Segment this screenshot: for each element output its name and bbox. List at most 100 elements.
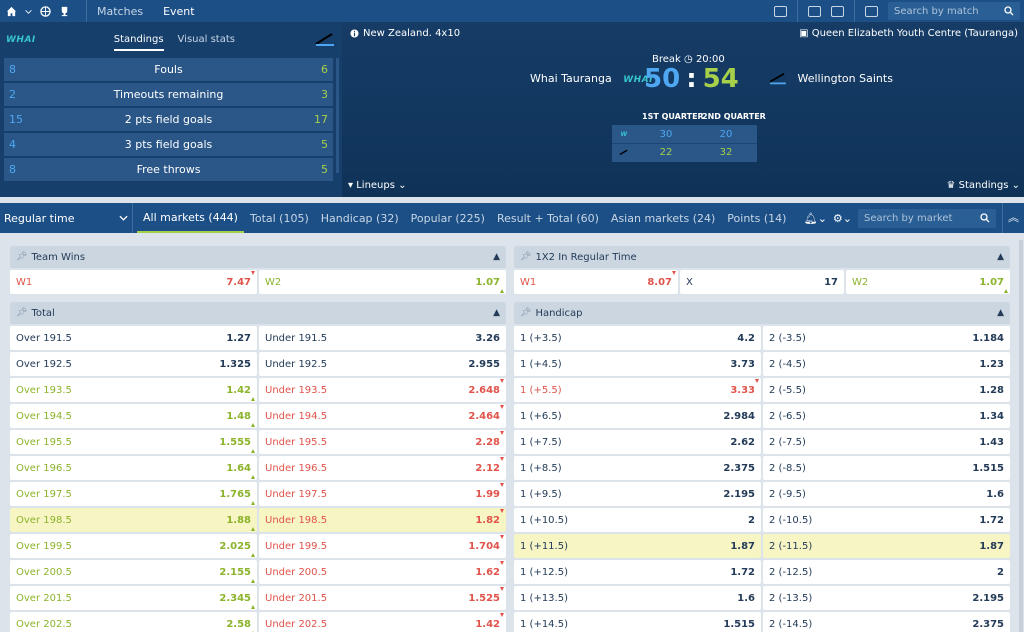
odd-cell-team1[interactable]: 1 (+14.5) 1.515 — [514, 612, 761, 632]
odd-cell-team1[interactable]: 1 (+3.5) 4.2 — [514, 326, 761, 350]
odd-cell-over[interactable]: Over 195.5 1.555 — [10, 430, 257, 454]
odd-cell-under[interactable]: Under 200.5 1.62 — [259, 560, 506, 584]
chevron-down-icon[interactable] — [25, 6, 32, 17]
stats-chart-icon[interactable] — [865, 5, 878, 17]
odd-cell-team1[interactable]: 1 (+12.5) 1.72 — [514, 560, 761, 584]
odd-cell-x[interactable]: X 17 — [680, 270, 844, 294]
home-icon[interactable] — [6, 6, 17, 17]
odd-cell-w1[interactable]: W1 7.47 — [10, 270, 257, 294]
odd-cell-under[interactable]: Under 195.5 2.28 — [259, 430, 506, 454]
odd-cell-over[interactable]: Over 198.5 1.88 — [10, 508, 257, 532]
odd-cell-over[interactable]: Over 199.5 2.025 — [10, 534, 257, 558]
scoreboard-icon[interactable] — [774, 5, 787, 17]
info-icon[interactable] — [350, 29, 359, 38]
chevron-up-icon[interactable]: ▲ — [493, 252, 500, 262]
odd-cell-under[interactable]: Under 202.5 1.42 — [259, 612, 506, 632]
odd-cell-over[interactable]: Over 202.5 2.58 — [10, 612, 257, 632]
odd-cell-team2[interactable]: 2 (-12.5) 2 — [763, 560, 1010, 584]
basketball-icon[interactable] — [40, 5, 51, 17]
pin-icon[interactable]: 📌︎ — [520, 308, 531, 318]
tab-handicap[interactable]: Handicap (32) — [315, 203, 405, 233]
pin-icon[interactable]: 📌︎ — [16, 252, 27, 262]
odd-cell-team2[interactable]: 2 (-7.5) 1.43 — [763, 430, 1010, 454]
odd-cell-under[interactable]: Under 201.5 1.525 — [259, 586, 506, 610]
market-header[interactable]: 📌︎ Total ▲ — [10, 302, 506, 324]
odd-cell-over[interactable]: Over 200.5 2.155 — [10, 560, 257, 584]
odd-cell-team2[interactable]: 2 (-10.5) 1.72 — [763, 508, 1010, 532]
tab-result-total[interactable]: Result + Total (60) — [491, 203, 605, 233]
regular-time-select[interactable]: Regular time — [0, 203, 133, 233]
stat-label: Fouls — [154, 63, 183, 76]
odd-cell-w2[interactable]: W2 1.07 — [846, 270, 1010, 294]
odd-cell-over[interactable]: Over 201.5 2.345 — [10, 586, 257, 610]
odd-cell-team2[interactable]: 2 (-5.5) 1.28 — [763, 378, 1010, 402]
odd-cell-over[interactable]: Over 193.5 1.42 — [10, 378, 257, 402]
tab-popular[interactable]: Popular (225) — [405, 203, 491, 233]
odd-cell-over[interactable]: Over 196.5 1.64 — [10, 456, 257, 480]
market-search-input[interactable]: Search by market — [858, 208, 996, 228]
tablet-icon[interactable] — [808, 5, 821, 17]
odd-cell-team1[interactable]: 1 (+10.5) 2 — [514, 508, 761, 532]
odd-cell-team1[interactable]: 1 (+6.5) 2.984 — [514, 404, 761, 428]
market-header[interactable]: 📌︎ Team Wins ▲ — [10, 246, 506, 268]
odd-cell-team2[interactable]: 2 (-3.5) 1.184 — [763, 326, 1010, 350]
home-stat: 15 — [9, 113, 23, 126]
odd-cell-team2[interactable]: 2 (-4.5) 1.23 — [763, 352, 1010, 376]
odd-cell-under[interactable]: Under 193.5 2.648 — [259, 378, 506, 402]
odd-cell-under[interactable]: Under 199.5 1.704 — [259, 534, 506, 558]
trophy-icon[interactable] — [59, 6, 70, 17]
tab-total[interactable]: Total (105) — [244, 203, 315, 233]
pin-icon[interactable]: 📌︎ — [520, 252, 531, 262]
away-team[interactable]: Wellington Saints — [768, 72, 893, 86]
pin-icon[interactable]: 📌︎ — [16, 308, 27, 318]
odd-cell-team1[interactable]: 1 (+4.5) 3.73 — [514, 352, 761, 376]
tab-asian-markets[interactable]: Asian markets (24) — [605, 203, 721, 233]
tab-points[interactable]: Points (14) — [721, 203, 792, 233]
odd-cell-team1[interactable]: 1 (+11.5) 1.87 — [514, 534, 761, 558]
odd-cell-over[interactable]: Over 194.5 1.48 — [10, 404, 257, 428]
odd-cell-w1[interactable]: W1 8.07 — [514, 270, 678, 294]
tab-visual-stats[interactable]: Visual stats — [178, 30, 235, 51]
chevron-up-icon[interactable]: ▲ — [493, 308, 500, 318]
odd-cell-team1[interactable]: 1 (+7.5) 2.62 — [514, 430, 761, 454]
odd-cell-team2[interactable]: 2 (-13.5) 2.195 — [763, 586, 1010, 610]
odd-cell-team1[interactable]: 1 (+5.5) 3.33 — [514, 378, 761, 402]
odd-cell-team2[interactable]: 2 (-6.5) 1.34 — [763, 404, 1010, 428]
lineups-button[interactable]: ▾ Lineups ⌄ — [348, 180, 407, 191]
standings-scrollbar[interactable] — [336, 58, 339, 173]
match-scoreboard: New Zealand. 4x10 ▣ Queen Elizabeth Yout… — [342, 22, 1024, 197]
odd-cell-under[interactable]: Under 191.5 3.26 — [259, 326, 506, 350]
odd-cell-over[interactable]: Over 192.5 1.325 — [10, 352, 257, 376]
odd-cell-under[interactable]: Under 198.5 1.82 — [259, 508, 506, 532]
collapse-icon[interactable]: ︽ — [1002, 203, 1024, 233]
odd-cell-team2[interactable]: 2 (-14.5) 2.375 — [763, 612, 1010, 632]
odd-cell-team2[interactable]: 2 (-9.5) 1.6 — [763, 482, 1010, 506]
odd-cell-over[interactable]: Over 191.5 1.27 — [10, 326, 257, 350]
match-search-input[interactable]: Search by match — [888, 2, 1020, 20]
odd-cell-team1[interactable]: 1 (+8.5) 2.375 — [514, 456, 761, 480]
chevron-up-icon[interactable]: ▲ — [997, 252, 1004, 262]
tab-matches[interactable]: Matches — [87, 5, 153, 18]
video-icon[interactable] — [831, 5, 844, 17]
tab-standings[interactable]: Standings — [113, 30, 164, 51]
odd-cell-team1[interactable]: 1 (+9.5) 2.195 — [514, 482, 761, 506]
market-header[interactable]: 📌︎ 1X2 In Regular Time ▲ — [514, 246, 1010, 268]
standings-button[interactable]: ♛ Standings ⌄ — [947, 180, 1021, 191]
odd-cell-team2[interactable]: 2 (-11.5) 1.87 — [763, 534, 1010, 558]
odd-cell-team2[interactable]: 2 (-8.5) 1.515 — [763, 456, 1010, 480]
home-team[interactable]: Whai Tauranga WHAI — [530, 72, 653, 85]
odd-cell-under[interactable]: Under 197.5 1.99 — [259, 482, 506, 506]
odd-cell-under[interactable]: Under 196.5 2.12 — [259, 456, 506, 480]
gear-icon[interactable]: ⚙⌄ — [833, 212, 852, 225]
odd-cell-over[interactable]: Over 197.5 1.765 — [10, 482, 257, 506]
odd-cell-w2[interactable]: W2 1.07 — [259, 270, 506, 294]
odd-cell-team1[interactable]: 1 (+13.5) 1.6 — [514, 586, 761, 610]
tab-event[interactable]: Event — [153, 5, 205, 18]
odd-cell-under[interactable]: Under 192.5 2.955 — [259, 352, 506, 376]
chevron-up-icon[interactable]: ▲ — [997, 308, 1004, 318]
market-header[interactable]: 📌︎ Handicap ▲ — [514, 302, 1010, 324]
page-scrollbar[interactable] — [1019, 240, 1023, 632]
odd-cell-under[interactable]: Under 194.5 2.464 — [259, 404, 506, 428]
tab-all-markets[interactable]: All markets (444) — [137, 203, 244, 233]
bell-icon[interactable]: 🔔︎⌄ — [804, 212, 827, 225]
